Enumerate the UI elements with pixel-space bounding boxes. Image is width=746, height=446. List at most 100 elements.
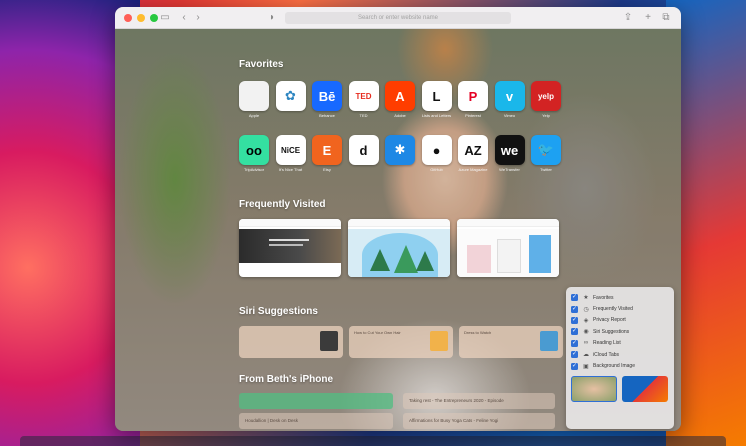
shield-icon[interactable]: ◗ [267, 7, 277, 29]
frequently-visited-title: Frequently Visited [239, 199, 326, 210]
favorite-item[interactable]: TED TED [348, 81, 379, 123]
favorite-label: GitHub [430, 167, 443, 172]
favorites-grid: Apple ✿ Bē Behance TED TED A Adobe L Lists and Le… [239, 81, 569, 177]
customize-option-label: Favorites [593, 294, 614, 301]
favorite-icon: ✱ [385, 135, 415, 165]
favorite-icon: TED [348, 81, 379, 111]
favorite-item[interactable]: AZ Azure Magazine [458, 135, 488, 177]
minimize-window-button[interactable] [137, 13, 145, 22]
frequently-visited-card[interactable] [348, 219, 450, 277]
address-bar[interactable]: Search or enter website name [285, 12, 511, 24]
favorite-item[interactable]: we WeTransfer [494, 135, 525, 177]
favorite-icon: NiCE [275, 135, 306, 165]
checkbox[interactable]: ✓ [571, 339, 578, 347]
favorite-item[interactable]: Apple [239, 81, 269, 123]
siri-suggestion-card[interactable] [239, 326, 343, 358]
chevron-right-icon[interactable]: › [193, 7, 203, 29]
siri-suggestion-thumbnail [320, 331, 338, 351]
frequently-visited-card[interactable] [239, 219, 341, 277]
checkbox[interactable]: ✓ [571, 362, 578, 370]
favorite-item[interactable]: NiCE It's Nice That [275, 135, 306, 177]
icloud-tab-item[interactable] [239, 393, 393, 409]
tabs-icon[interactable]: ⧉ [661, 7, 671, 29]
favorite-item[interactable]: ✱ [385, 135, 415, 177]
checkbox[interactable]: ✓ [571, 305, 578, 313]
favorite-item[interactable]: Bē Behance [312, 81, 342, 123]
favorite-item[interactable]: P Pinterest [458, 81, 488, 123]
customize-option: ✓ ▣ Background Image [571, 360, 669, 371]
customize-start-page-panel: ✓ ★ Favorites ✓ ◷ Frequently Visited ✓ ◈ Privacy… [566, 287, 674, 429]
checkbox[interactable]: ✓ [571, 351, 578, 359]
icloud-tab-item[interactable]: Affirmations for Busy Yoga Cats - Feline… [403, 413, 555, 429]
close-window-button[interactable] [124, 13, 132, 22]
customize-option-label: Reading List [593, 340, 621, 347]
favorite-label: Azure Magazine [458, 167, 488, 172]
share-icon[interactable]: ⇪ [623, 7, 633, 29]
favorite-icon: ✿ [275, 81, 306, 111]
favorite-item[interactable]: yelp Yelp [531, 81, 561, 123]
favorite-item[interactable]: ● GitHub [421, 135, 452, 177]
glasses-icon: ∞ [583, 340, 589, 347]
favorite-item[interactable]: 🐦 Twitter [531, 135, 561, 177]
favorite-icon: v [494, 81, 525, 111]
frequently-visited-card[interactable] [457, 219, 559, 277]
favorite-item[interactable]: ✿ [275, 81, 306, 123]
background-image-option[interactable] [622, 375, 668, 402]
favorite-label [385, 167, 415, 177]
favorite-label: Lists and Letters [421, 113, 452, 118]
favorite-icon: AZ [458, 135, 488, 165]
favorite-icon: 🐦 [531, 135, 561, 165]
favorite-label: TED [359, 113, 368, 118]
favorite-label: Etsy [323, 167, 331, 172]
icloud-tabs-list: Taking rest - The Entrepreneurs 2020 - E… [239, 393, 555, 429]
checkbox[interactable]: ✓ [571, 316, 578, 324]
favorite-item[interactable]: oo TripAdvisor [239, 135, 269, 177]
siri-suggestion-card[interactable]: How to Cut Your Own Hair [349, 326, 453, 358]
siri-suggestions-row: How to Cut Your Own Hair Dress to Watch [239, 326, 563, 358]
favorite-icon: P [458, 81, 488, 111]
window-controls [124, 13, 158, 22]
favorite-item[interactable]: E Etsy [312, 135, 342, 177]
favorite-item[interactable]: A Adobe [385, 81, 415, 123]
star-icon: ★ [583, 295, 589, 302]
dock[interactable] [20, 436, 726, 446]
favorite-label: It's Nice That [278, 167, 303, 172]
start-page: Favorites Apple ✿ Bē Behance TED TED A Adobe L Li… [115, 29, 681, 431]
favorite-label: Adobe [394, 113, 406, 118]
favorite-icon: oo [239, 135, 269, 165]
siri-suggestion-card[interactable]: Dress to Watch [459, 326, 563, 358]
favorite-icon: d [348, 135, 379, 165]
favorite-label: Behance [319, 113, 335, 118]
favorite-label: WeTransfer [499, 167, 520, 172]
favorite-item[interactable]: L Lists and Letters [421, 81, 452, 123]
checkbox[interactable]: ✓ [571, 294, 578, 302]
icloud-tab-item[interactable]: Taking rest - The Entrepreneurs 2020 - E… [403, 393, 555, 409]
favorite-item[interactable]: v Vimeo [494, 81, 525, 123]
customize-option: ✓ ◉ Siri Suggestions [571, 326, 669, 337]
chevron-left-icon[interactable]: ‹ [179, 7, 189, 29]
background-image-option[interactable] [571, 375, 617, 402]
siri-suggestion-thumbnail [430, 331, 448, 351]
favorite-label: Pinterest [465, 113, 481, 118]
customize-option-label: Siri Suggestions [593, 328, 630, 335]
zoom-window-button[interactable] [150, 13, 158, 22]
plus-icon[interactable]: + [643, 7, 653, 29]
favorite-label: Apple [248, 113, 260, 118]
sidebar-icon[interactable]: ▭ [159, 7, 171, 29]
favorite-icon [239, 81, 269, 111]
frequently-visited-row [239, 219, 559, 277]
favorite-item[interactable]: d [348, 135, 379, 177]
favorite-icon: L [421, 81, 452, 111]
siri-suggestion-thumbnail [540, 331, 558, 351]
customize-option-label: Privacy Report [593, 317, 626, 324]
favorite-icon: E [312, 135, 342, 165]
favorite-label: Vimeo [503, 113, 516, 118]
customize-option: ✓ ☁ iCloud Tabs [571, 349, 669, 360]
customize-option: ✓ ◈ Privacy Report [571, 315, 669, 326]
favorite-icon: A [385, 81, 415, 111]
checkbox[interactable]: ✓ [571, 328, 578, 336]
icloud-tab-item[interactable]: Houdallion | Desk on Desk [239, 413, 393, 429]
favorite-label: Twitter [540, 167, 552, 172]
siri-suggestions-title: Siri Suggestions [239, 306, 318, 317]
customize-option: ✓ ★ Favorites [571, 292, 669, 303]
